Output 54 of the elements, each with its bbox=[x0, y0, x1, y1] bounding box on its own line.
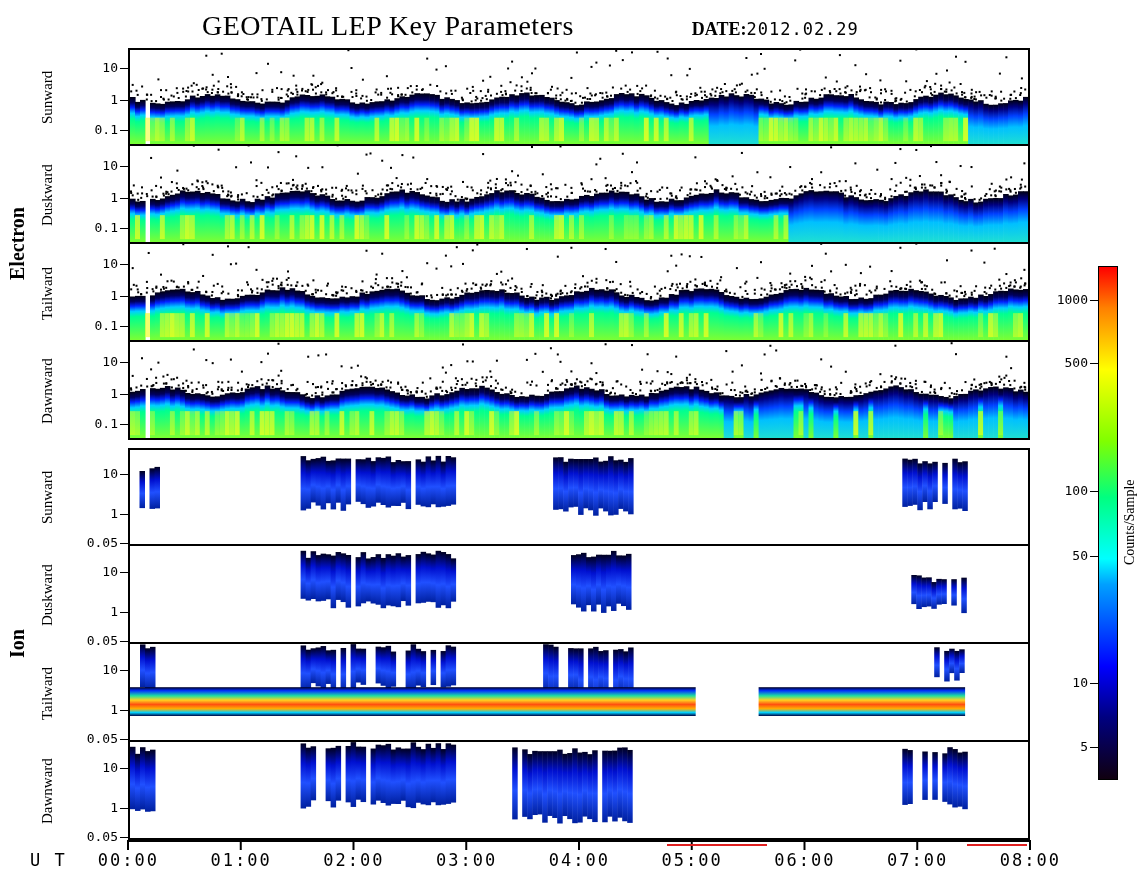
panel-label: Duskward bbox=[38, 163, 56, 228]
colorbar-label: Counts/Sample bbox=[1121, 478, 1138, 567]
x-tick-label: 07:00 bbox=[886, 850, 950, 870]
colorbar-tick-label: 100 bbox=[1064, 482, 1088, 501]
y-tick-label: 0.05 bbox=[86, 730, 118, 749]
colorbar-tick-label: 10 bbox=[1072, 673, 1088, 692]
colorbar-tick-label: 500 bbox=[1064, 353, 1088, 372]
y-tick-label: 10 bbox=[102, 465, 118, 484]
x-tick-label: 08:00 bbox=[998, 850, 1062, 870]
x-tick-label: 05:00 bbox=[660, 850, 724, 870]
colorbar-tick-label: 5 bbox=[1080, 737, 1088, 756]
y-tick-label: 1 bbox=[110, 384, 118, 403]
y-tick-label: 10 bbox=[102, 58, 118, 77]
y-tick-label: 1 bbox=[110, 798, 118, 817]
plot-title: GEOTAIL LEP Key Parameters bbox=[202, 9, 574, 43]
y-tick-label: 1 bbox=[110, 504, 118, 523]
panel-label: Dawnward bbox=[38, 757, 56, 826]
y-tick-label: 1 bbox=[110, 188, 118, 207]
y-tick-label: 1 bbox=[110, 700, 118, 719]
y-tick-label: 0.1 bbox=[94, 317, 118, 336]
y-tick-label: 1 bbox=[110, 90, 118, 109]
axis-label: U T bbox=[30, 850, 67, 870]
x-tick-label: 02:00 bbox=[322, 850, 386, 870]
y-tick-label: 0.1 bbox=[94, 415, 118, 434]
y-tick-label: 0.05 bbox=[86, 534, 118, 553]
date-text: DATE:2012.02.29 bbox=[691, 18, 859, 41]
colorbar-tick-label: 1000 bbox=[1056, 290, 1088, 309]
group-label: Electron bbox=[5, 206, 29, 283]
y-tick-label: 10 bbox=[102, 661, 118, 680]
y-tick-label: 10 bbox=[102, 156, 118, 175]
y-tick-label: 1 bbox=[110, 286, 118, 305]
y-tick-label: 0.1 bbox=[94, 219, 118, 238]
colorbar-tick-label: 50 bbox=[1072, 546, 1088, 565]
y-tick-label: 0.1 bbox=[94, 121, 118, 140]
y-tick-label: 10 bbox=[102, 352, 118, 371]
panel-label: Dawnward bbox=[38, 357, 56, 426]
y-tick-label: 10 bbox=[102, 254, 118, 273]
y-tick-label: 10 bbox=[102, 759, 118, 778]
panel-label: Sunward bbox=[38, 469, 56, 526]
x-tick-label: 01:00 bbox=[209, 850, 273, 870]
x-tick-label: 03:00 bbox=[435, 850, 499, 870]
group-label: Ion bbox=[5, 628, 29, 661]
panel-label: Tailward bbox=[38, 265, 56, 322]
y-tick-label: 0.05 bbox=[86, 632, 118, 651]
panel-label: Duskward bbox=[38, 563, 56, 628]
panel-label: Tailward bbox=[38, 665, 56, 722]
y-tick-label: 1 bbox=[110, 602, 118, 621]
x-tick-label: 04:00 bbox=[547, 850, 611, 870]
gap-marker bbox=[967, 844, 1027, 846]
x-tick-label: 00:00 bbox=[96, 850, 160, 870]
panel-label: Sunward bbox=[38, 69, 56, 126]
y-tick-label: 10 bbox=[102, 563, 118, 582]
y-tick-label: 0.05 bbox=[86, 828, 118, 847]
x-tick-label: 06:00 bbox=[773, 850, 837, 870]
